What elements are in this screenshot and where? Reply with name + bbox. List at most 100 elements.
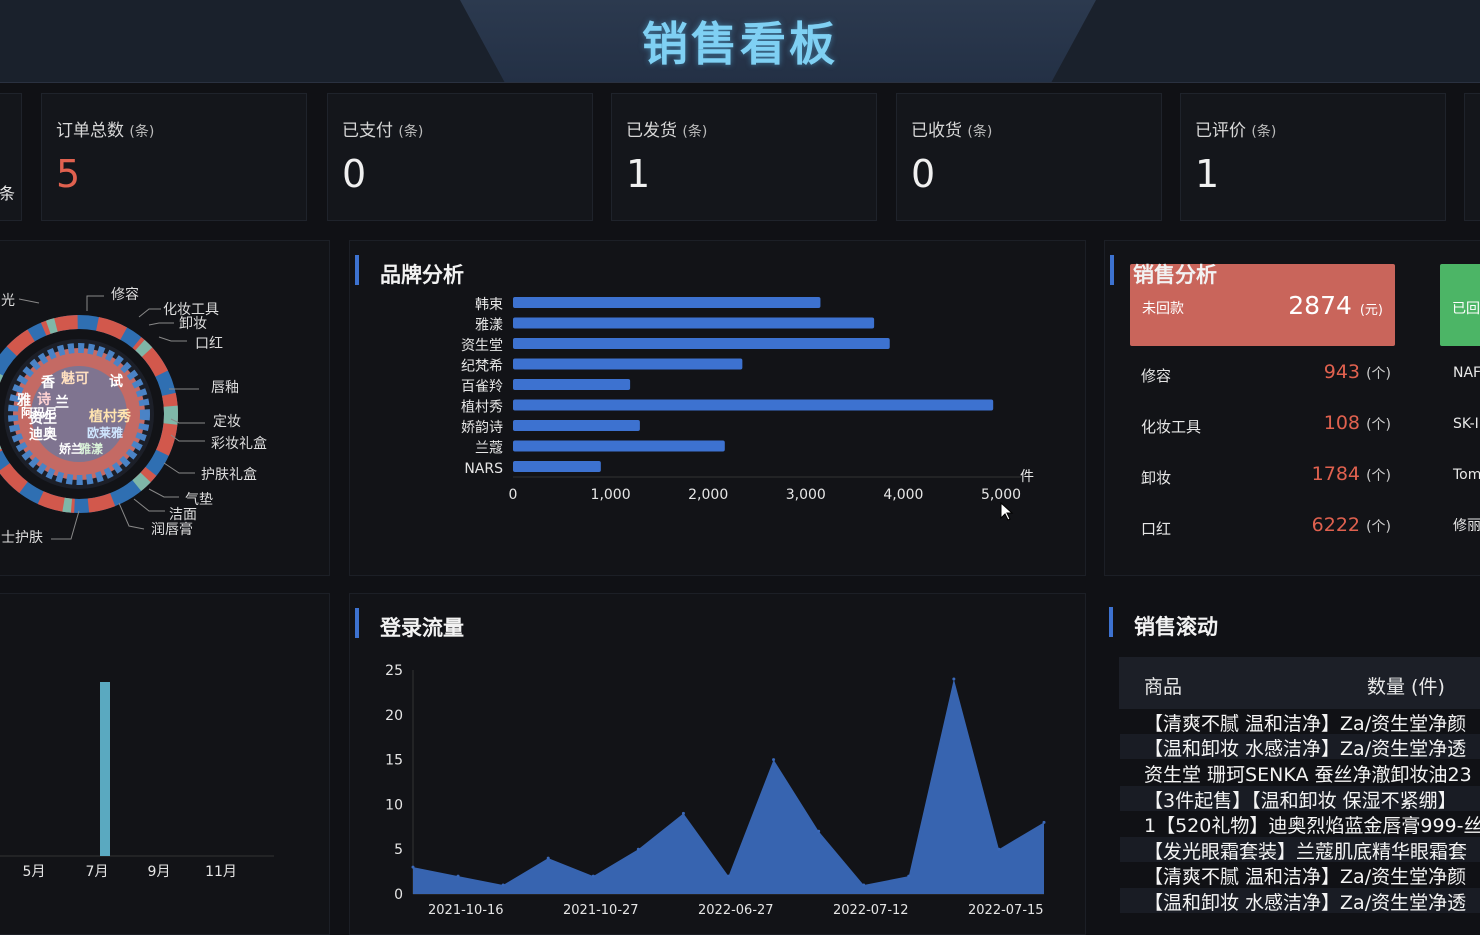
sales-row-value: 943: [1323, 361, 1361, 383]
panel-accent-bar: [1109, 607, 1113, 637]
category-label: 娇韵诗: [461, 420, 503, 436]
card-unit: (条): [967, 124, 993, 140]
panel-accent-bar: [1110, 255, 1114, 285]
card-label: 订单总数: [56, 121, 124, 141]
bar-兰蔻: [513, 440, 725, 452]
stat-card-paid: 已支付 (条) 0: [327, 93, 593, 221]
bar-百雀羚: [513, 379, 631, 390]
category-label: 植村秀: [461, 400, 503, 416]
y-tick-label: 15: [385, 753, 403, 769]
y-tick-label: 20: [385, 708, 403, 724]
category-label: 韩束: [475, 297, 503, 313]
sales-row-unit: (个): [1366, 519, 1391, 535]
x-tick-label: 5月: [23, 864, 46, 880]
login-traffic-area-chart: 0 5 10 15 20 25 2021-10-16 2021-10-27 2022-06-27…: [385, 663, 1046, 918]
scroll-row: 资生堂 珊珂SENKA 蚕丝净澈卸妆油23: [1144, 764, 1472, 785]
x-tick-label: 7月: [86, 864, 109, 880]
donut-label: 修容: [111, 287, 139, 303]
data-point: [997, 847, 1001, 851]
sales-row: 卸妆 1784 (个): [1141, 463, 1391, 488]
data-point: [546, 856, 550, 860]
scroll-table-header: 商品 数量 (件): [1119, 657, 1480, 709]
card-value: 0: [911, 152, 936, 196]
brand-analysis-panel: 品牌分析 韩束 雅漾 资生堂 纪梵希 百雀羚 植村秀 娇韵诗 兰蔻 NARS 0 1,000 2,00…: [349, 240, 1086, 576]
panel-title: 销售分析: [1133, 263, 1217, 287]
monthly-bar-chart: 5月 7月 9月 11月: [0, 682, 274, 880]
sales-row-unit: (个): [1366, 366, 1391, 382]
scroll-row: 【发光眼霜套装】兰蔻肌底精华眼霜套: [1120, 837, 1480, 862]
scroll-row: 【温和卸妆 水感洁净】Za/资生堂净透: [1120, 888, 1480, 913]
bar-纪梵希: [513, 358, 743, 370]
data-point: [817, 829, 821, 833]
bar-雅漾: [513, 317, 875, 329]
card-value: 1: [1195, 152, 1220, 196]
sales-right-label: 修丽: [1453, 518, 1480, 534]
category-label: 纪梵希: [461, 359, 503, 375]
donut-label: 彩妆礼盒: [211, 436, 267, 452]
sales-right-label: NAF: [1453, 365, 1480, 381]
header: 销售看板: [0, 0, 1480, 83]
stat-card-total-orders: 订单总数 (条) 5: [41, 93, 307, 221]
x-tick-label: 2022-07-12: [833, 903, 909, 918]
bar-NARS: [513, 461, 601, 472]
wordcloud-word: 迪奥: [29, 426, 58, 443]
donut-label: 士护肤: [1, 530, 43, 546]
bar-资生堂: [513, 338, 890, 349]
sales-row-label: 卸妆: [1141, 469, 1172, 487]
donut-label: 润唇膏: [151, 522, 193, 538]
bar-娇韵诗: [513, 420, 640, 431]
unpaid-value: 2874: [1288, 291, 1352, 320]
wordcloud-word: 魅可: [61, 370, 89, 387]
donut-label: 定妆: [213, 414, 241, 430]
sales-row: 修容 943 (个): [1141, 361, 1391, 386]
scroll-row: 【3件起售】【温和卸妆 保湿不紧绷】: [1120, 786, 1480, 811]
col-quantity: 数量 (件): [1367, 676, 1445, 698]
card-value: 1: [626, 152, 651, 196]
x-tick-label: 2021-10-16: [428, 903, 504, 918]
card-value: 0: [342, 152, 367, 196]
x-tick-label: 3,000: [786, 487, 826, 503]
data-point: [907, 874, 911, 878]
scroll-row: 1【520礼物】迪奥烈焰蓝金唇膏999-丝: [1144, 815, 1480, 836]
wordcloud-word: 欧莱雅: [87, 425, 123, 440]
donut-label: 护肤礼盒: [201, 467, 257, 483]
data-point: [681, 811, 685, 815]
monthly-orders-panel: 5月 7月 9月 11月: [0, 593, 330, 935]
sales-row-label: 修容: [1141, 367, 1172, 385]
partial-card: 条: [0, 93, 22, 221]
data-point: [727, 874, 730, 878]
card-label: 已评价: [1195, 121, 1246, 141]
x-tick-label: 0: [509, 487, 518, 503]
data-point: [501, 883, 505, 887]
sales-row-value: 6222: [1311, 514, 1361, 536]
sales-right-label: SK-I: [1453, 416, 1479, 432]
donut-label: 唇釉: [211, 380, 239, 396]
unpaid-label: 未回款: [1142, 301, 1184, 317]
card-label: 已支付: [342, 121, 393, 141]
category-donut-panel: 香 魅可 试 雅 诗 兰 植村秀 资生 阿玛尼 欧莱雅 迪奥 娇兰 雅漾 光 修…: [0, 240, 330, 576]
category-label: 雅漾: [475, 317, 503, 334]
card-unit: (条): [398, 124, 424, 140]
mouse-cursor-icon: [1000, 502, 1014, 521]
category-label: 百雀羚: [461, 379, 503, 395]
card-label: 已发货: [626, 121, 677, 141]
sales-row: 口红 6222 (个): [1141, 514, 1391, 539]
card-value: 5: [56, 152, 81, 196]
data-point: [456, 874, 460, 878]
sales-analysis-panel: 未回款 2874 (元) 销售分析 已回 修容 943 (个) 化妆工具 108 (…: [1104, 240, 1480, 576]
bar-韩束: [513, 297, 821, 308]
data-point: [591, 874, 595, 878]
traffic-area: [413, 678, 1044, 894]
category-label: 兰蔻: [475, 441, 503, 457]
x-tick-label: 4,000: [883, 487, 923, 503]
data-point: [862, 883, 866, 887]
partial-card-right: [1464, 93, 1480, 221]
x-tick-label: 2022-06-27: [698, 903, 774, 918]
stat-card-shipped: 已发货 (条) 1: [611, 93, 877, 221]
card-unit: (条): [1251, 124, 1277, 140]
data-point: [411, 865, 415, 869]
scroll-row: 【温和卸妆 水感洁净】Za/资生堂净透: [1120, 734, 1480, 759]
paid-label: 已回: [1452, 301, 1480, 317]
x-tick-label: 5,000: [981, 487, 1021, 503]
unpaid-unit: (元): [1359, 303, 1383, 318]
